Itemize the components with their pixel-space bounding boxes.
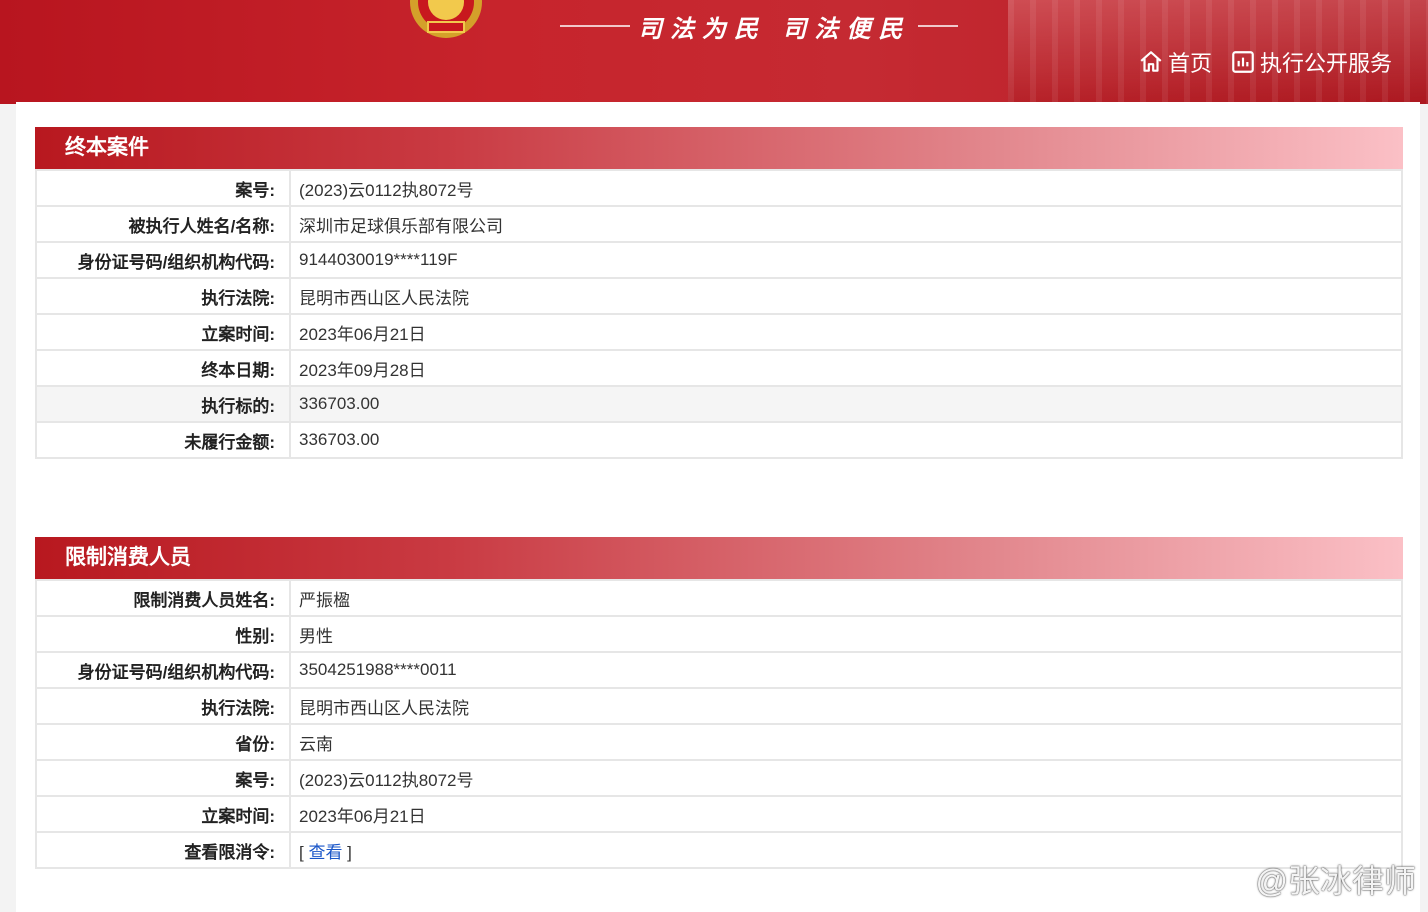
row-label: 案号:	[35, 759, 291, 797]
row-value: 严振楹	[289, 579, 1403, 617]
row-label: 身份证号码/组织机构代码:	[35, 651, 291, 689]
table-row: 限制消费人员姓名: 严振楹	[35, 579, 1403, 617]
row-label: 省份:	[35, 723, 291, 761]
row-label: 案号:	[35, 169, 291, 207]
table-row: 案号: (2023)云0112执8072号	[35, 759, 1403, 797]
table-row: 终本日期: 2023年09月28日	[35, 349, 1403, 387]
row-value: 3504251988****0011	[289, 651, 1403, 689]
table-row: 身份证号码/组织机构代码: 9144030019****119F	[35, 241, 1403, 279]
table-row: 省份: 云南	[35, 723, 1403, 761]
row-value: 336703.00	[289, 421, 1403, 459]
row-label: 立案时间:	[35, 313, 291, 351]
row-label: 限制消费人员姓名:	[35, 579, 291, 617]
table-row: 未履行金额: 336703.00	[35, 421, 1403, 459]
table-row: 性别: 男性	[35, 615, 1403, 653]
case-table: 案号: (2023)云0112执8072号 被执行人姓名/名称: 深圳市足球俱乐部有…	[35, 169, 1403, 459]
row-label: 性别:	[35, 615, 291, 653]
section-terminated-cases: 终本案件 案号: (2023)云0112执8072号 被执行人姓名/名称: 深圳市足…	[35, 127, 1403, 459]
row-label: 执行法院:	[35, 687, 291, 725]
slogan-text: 司法为民 司法便民	[638, 13, 911, 43]
table-row: 案号: (2023)云0112执8072号	[35, 169, 1403, 207]
table-row: 被执行人姓名/名称: 深圳市足球俱乐部有限公司	[35, 205, 1403, 243]
row-value: 昆明市西山区人民法院	[289, 687, 1403, 725]
nav-service-link[interactable]: 执行公开服务	[1230, 46, 1392, 78]
table-row: 查看限消令: [ 查看 ]	[35, 831, 1403, 869]
row-label: 未履行金额:	[35, 421, 291, 459]
row-label: 终本日期:	[35, 349, 291, 387]
row-value: 2023年06月21日	[289, 313, 1403, 351]
nav-home-link[interactable]: 首页	[1138, 46, 1212, 78]
section-title: 限制消费人员	[35, 537, 1403, 579]
row-value: 2023年09月28日	[289, 349, 1403, 387]
view-order-link[interactable]: 查看	[308, 843, 342, 862]
row-label: 执行标的:	[35, 385, 291, 423]
site-header: 司法为民 司法便民 首页 执行公开服务	[0, 0, 1428, 104]
row-value: 昆明市西山区人民法院	[289, 277, 1403, 315]
section-title: 终本案件	[35, 127, 1403, 169]
nav-service-label: 执行公开服务	[1259, 51, 1392, 76]
row-value: 深圳市足球俱乐部有限公司	[289, 205, 1403, 243]
table-row: 身份证号码/组织机构代码: 3504251988****0011	[35, 651, 1403, 689]
restriction-table: 限制消费人员姓名: 严振楹 性别: 男性 身份证号码/组织机构代码: 35042519…	[35, 579, 1403, 869]
table-row: 立案时间: 2023年06月21日	[35, 313, 1403, 351]
nav-home-label: 首页	[1167, 51, 1212, 76]
court-emblem-icon	[410, 0, 482, 38]
bracket-close: ]	[342, 842, 352, 862]
row-label: 身份证号码/组织机构代码:	[35, 241, 291, 279]
home-icon	[1140, 51, 1162, 72]
row-value: 云南	[289, 723, 1403, 761]
top-nav: 首页 执行公开服务	[1138, 46, 1392, 78]
row-label: 被执行人姓名/名称:	[35, 205, 291, 243]
row-value: (2023)云0112执8072号	[289, 759, 1403, 797]
row-value: (2023)云0112执8072号	[289, 169, 1403, 207]
table-row: 执行标的: 336703.00	[35, 385, 1403, 423]
table-row: 执行法院: 昆明市西山区人民法院	[35, 277, 1403, 315]
table-row: 执行法院: 昆明市西山区人民法院	[35, 687, 1403, 725]
row-value: 336703.00	[289, 385, 1403, 423]
row-label: 立案时间:	[35, 795, 291, 833]
weibo-watermark: @张冰律师	[1255, 863, 1417, 899]
content-panel: 终本案件 案号: (2023)云0112执8072号 被执行人姓名/名称: 深圳市足…	[16, 102, 1420, 912]
row-label: 查看限消令:	[35, 831, 291, 869]
row-value: 9144030019****119F	[289, 241, 1403, 279]
chart-icon	[1232, 51, 1254, 73]
row-value: [ 查看 ]	[289, 831, 1403, 869]
row-value: 男性	[289, 615, 1403, 653]
section-restricted-consumers: 限制消费人员 限制消费人员姓名: 严振楹 性别: 男性 身份证号码/组织机构代码: 3…	[35, 537, 1403, 869]
row-label: 执行法院:	[35, 277, 291, 315]
slogan: 司法为民 司法便民	[560, 8, 959, 44]
table-row: 立案时间: 2023年06月21日	[35, 795, 1403, 833]
row-value: 2023年06月21日	[289, 795, 1403, 833]
